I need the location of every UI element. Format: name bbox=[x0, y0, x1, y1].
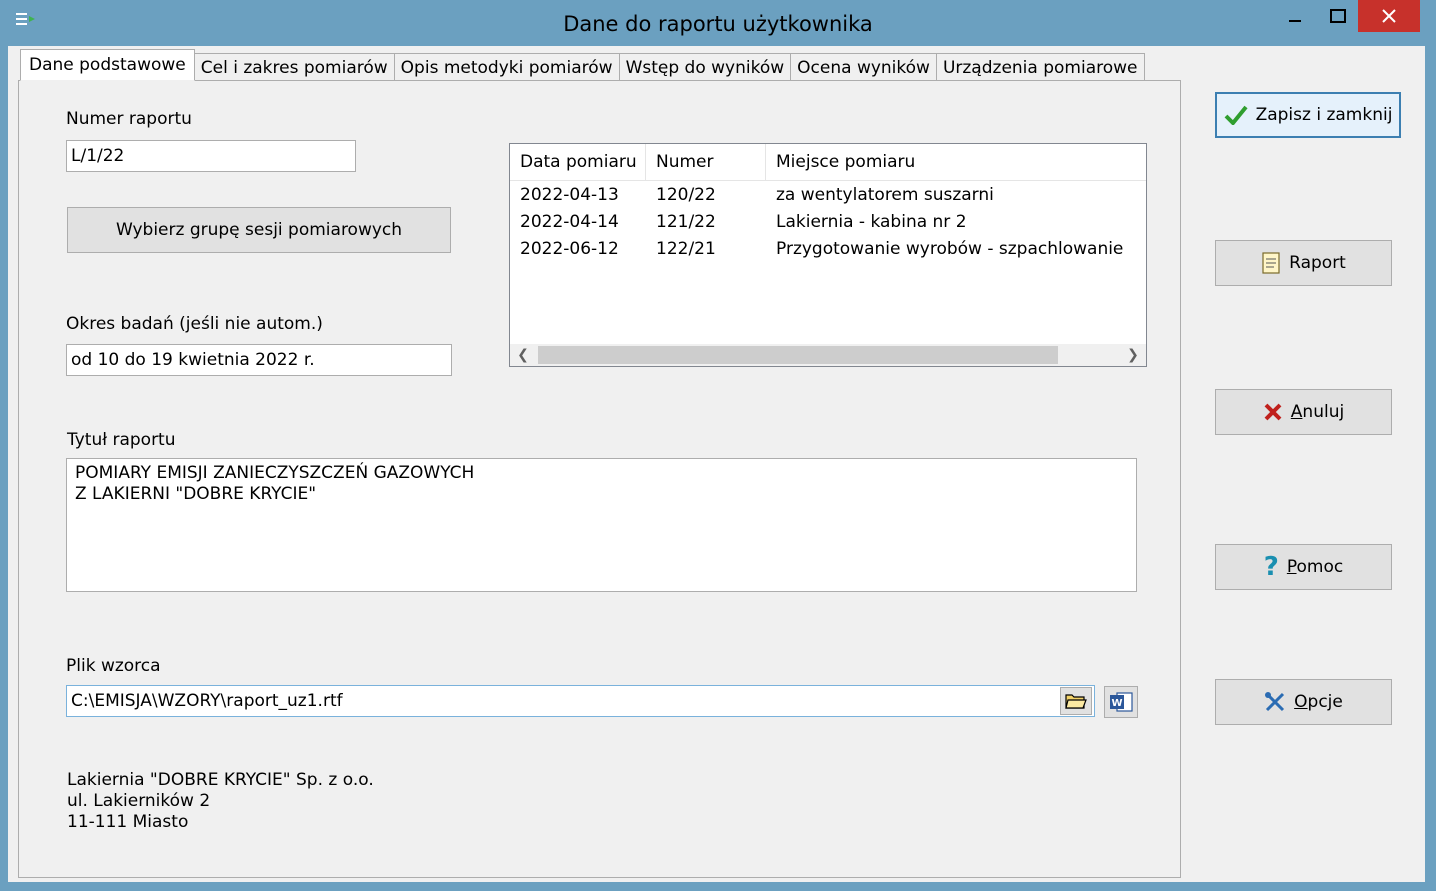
report-number-label: Numer raportu bbox=[66, 109, 192, 129]
cancel-x-icon bbox=[1263, 402, 1283, 422]
minimize-icon bbox=[1289, 20, 1301, 22]
tab-panel: Numer raportu L/1/22 Wybierz grupę sesji… bbox=[18, 80, 1181, 878]
cancel-button[interactable]: Anuluj bbox=[1215, 389, 1392, 435]
template-file-label: Plik wzorca bbox=[66, 656, 161, 676]
tab-opis-metodyki[interactable]: Opis metodyki pomiarów bbox=[393, 53, 620, 81]
minimize-button[interactable] bbox=[1272, 0, 1318, 32]
sessions-list-header: Data pomiaru Numer Miejsce pomiaru bbox=[510, 144, 1146, 181]
tab-wstep-do-wynikow[interactable]: Wstęp do wyników bbox=[618, 53, 792, 81]
maximize-icon bbox=[1330, 9, 1346, 23]
scroll-left-icon[interactable]: ❮ bbox=[512, 344, 534, 366]
report-title-textarea[interactable]: POMIARY EMISJI ZANIECZYSZCZEŃ GAZOWYCH Z… bbox=[66, 458, 1137, 592]
report-button[interactable]: Raport bbox=[1215, 240, 1392, 286]
session-place: Przygotowanie wyrobów - szpachlowanie bbox=[776, 238, 1124, 259]
tab-ocena-wynikow[interactable]: Ocena wyników bbox=[790, 53, 937, 81]
save-close-label: Zapisz i zamknij bbox=[1255, 105, 1393, 125]
checkmark-icon bbox=[1224, 105, 1248, 125]
tools-icon bbox=[1264, 691, 1286, 713]
close-button[interactable] bbox=[1358, 0, 1420, 32]
maximize-button[interactable] bbox=[1315, 0, 1361, 32]
sessions-list[interactable]: Data pomiaru Numer Miejsce pomiaru 2022-… bbox=[509, 143, 1147, 367]
session-date: 2022-04-14 bbox=[520, 211, 619, 232]
report-label: Raport bbox=[1289, 253, 1346, 273]
open-folder-icon bbox=[1065, 694, 1087, 709]
title-bar[interactable]: Dane do raportu użytkownika bbox=[0, 0, 1436, 46]
list-item[interactable]: 2022-04-13 120/22 za wentylatorem suszar… bbox=[510, 181, 1146, 208]
save-close-button[interactable]: Zapisz i zamknij bbox=[1215, 92, 1401, 138]
period-label: Okres badań (jeśli nie autom.) bbox=[66, 314, 323, 334]
horizontal-scrollbar[interactable]: ❮ ❯ bbox=[510, 344, 1146, 366]
options-label: Opcje bbox=[1294, 692, 1343, 712]
dialog-client: Dane podstawowe Cel i zakres pomiarów Op… bbox=[8, 46, 1425, 882]
template-file-path: C:\EMISJA\WZORY\raport_uz1.rtf bbox=[71, 691, 343, 711]
window-title: Dane do raportu użytkownika bbox=[563, 12, 873, 36]
company-city: 11-111 Miasto bbox=[67, 812, 189, 832]
template-file-input[interactable]: C:\EMISJA\WZORY\raport_uz1.rtf bbox=[66, 685, 1095, 717]
session-date: 2022-04-13 bbox=[520, 184, 619, 205]
session-number: 122/21 bbox=[656, 238, 716, 259]
close-icon bbox=[1382, 9, 1396, 23]
column-header-number[interactable]: Numer bbox=[646, 144, 766, 180]
period-input[interactable]: od 10 do 19 kwietnia 2022 r. bbox=[66, 344, 452, 376]
help-button[interactable]: ? Pomoc bbox=[1215, 544, 1392, 590]
company-name: Lakiernia "DOBRE KRYCIE" Sp. z o.o. bbox=[67, 770, 374, 790]
session-number: 121/22 bbox=[656, 211, 716, 232]
session-number: 120/22 bbox=[656, 184, 716, 205]
company-street: ul. Lakierników 2 bbox=[67, 791, 211, 811]
column-header-place[interactable]: Miejsce pomiaru bbox=[766, 144, 1146, 180]
session-place: Lakiernia - kabina nr 2 bbox=[776, 211, 967, 232]
dialog-window: Dane do raportu użytkownika Dane podstaw… bbox=[0, 0, 1436, 891]
session-place: za wentylatorem suszarni bbox=[776, 184, 994, 205]
list-item[interactable]: 2022-06-12 122/21 Przygotowanie wyrobów … bbox=[510, 235, 1146, 262]
scrollbar-thumb[interactable] bbox=[538, 346, 1058, 364]
browse-file-button[interactable] bbox=[1060, 687, 1092, 715]
report-icon bbox=[1261, 251, 1281, 275]
session-date: 2022-06-12 bbox=[520, 238, 619, 259]
help-label: Pomoc bbox=[1286, 557, 1344, 577]
tab-cel-i-zakres[interactable]: Cel i zakres pomiarów bbox=[193, 53, 395, 81]
options-button[interactable]: Opcje bbox=[1215, 679, 1392, 725]
choose-session-group-button[interactable]: Wybierz grupę sesji pomiarowych bbox=[67, 207, 451, 253]
question-mark-icon: ? bbox=[1263, 552, 1279, 582]
svg-text:W: W bbox=[1111, 698, 1122, 709]
cancel-label: Anuluj bbox=[1290, 402, 1345, 422]
list-item[interactable]: 2022-04-14 121/22 Lakiernia - kabina nr … bbox=[510, 208, 1146, 235]
tab-strip: Dane podstawowe Cel i zakres pomiarów Op… bbox=[20, 49, 1145, 81]
report-number-input[interactable]: L/1/22 bbox=[66, 140, 356, 172]
open-in-word-button[interactable]: W bbox=[1104, 686, 1138, 718]
report-title-label: Tytuł raportu bbox=[67, 430, 176, 450]
tab-urzadzenia-pomiarowe[interactable]: Urządzenia pomiarowe bbox=[935, 53, 1145, 81]
tab-dane-podstawowe[interactable]: Dane podstawowe bbox=[20, 49, 195, 81]
word-icon: W bbox=[1110, 692, 1133, 712]
scroll-right-icon[interactable]: ❯ bbox=[1122, 344, 1144, 366]
column-header-date[interactable]: Data pomiaru bbox=[510, 144, 646, 180]
